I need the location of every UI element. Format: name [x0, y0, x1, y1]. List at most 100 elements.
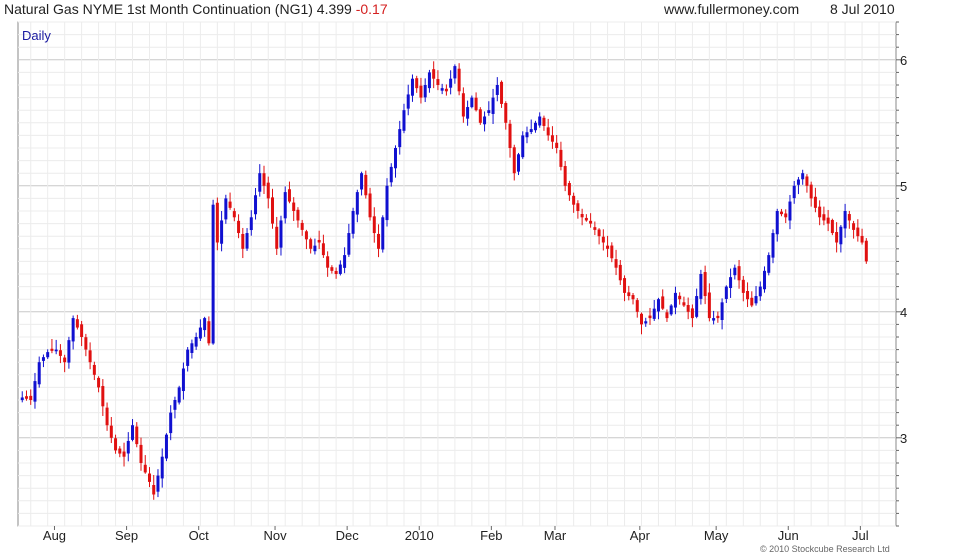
candle-up	[283, 192, 287, 219]
x-tick-label: Dec	[336, 528, 360, 543]
candle-up	[33, 381, 37, 402]
y-tick-label: 3	[900, 431, 907, 446]
x-tick-label: Apr	[630, 528, 651, 543]
candle-up	[449, 78, 453, 88]
candle-up	[220, 220, 224, 244]
candle-up	[46, 352, 50, 358]
candle-up	[517, 154, 521, 172]
candle-up	[347, 233, 351, 255]
candle-up	[533, 122, 537, 131]
candle-down	[572, 195, 576, 205]
candle-down	[550, 135, 554, 142]
candle-up	[338, 264, 342, 274]
candle-up	[699, 274, 703, 299]
x-tick-label: Feb	[480, 528, 502, 543]
candle-up	[381, 217, 385, 250]
candle-up	[198, 327, 202, 339]
candle-down	[864, 240, 868, 262]
candle-up	[796, 179, 800, 185]
candle-up	[801, 173, 805, 180]
candle-down	[152, 485, 156, 495]
candle-down	[593, 227, 597, 230]
candle-down	[686, 305, 690, 312]
candle-down	[606, 245, 610, 249]
candle-down	[737, 266, 741, 281]
candle-up	[360, 173, 364, 190]
candlestick-chart: Aug Sep Oct Nov Dec 2010 Feb Mar Apr May Jun Jul 3 4 5…	[17, 21, 907, 543]
candle-up	[41, 357, 45, 361]
candle-down	[419, 85, 423, 98]
candle-up	[181, 368, 185, 392]
candle-up	[393, 148, 397, 169]
candle-up	[767, 255, 771, 273]
y-tick-label: 4	[900, 305, 907, 320]
candle-down	[640, 313, 644, 325]
candle-down	[317, 239, 321, 243]
candle-down	[512, 147, 516, 174]
candle-up	[71, 318, 75, 342]
candle-up	[20, 397, 24, 401]
candle-down	[852, 223, 856, 230]
candle-down	[610, 245, 614, 259]
candle-up	[466, 107, 470, 119]
candle-down	[682, 302, 686, 306]
candle-down	[262, 173, 266, 186]
candle-up	[521, 135, 525, 158]
candle-up	[673, 292, 677, 308]
candle-down	[266, 182, 270, 199]
candle-down	[597, 229, 601, 237]
candle-up	[190, 343, 194, 353]
candle-down	[232, 211, 236, 218]
x-tick-label: Jul	[852, 528, 869, 543]
candle-up	[712, 318, 716, 321]
candle-up	[733, 267, 737, 276]
candle-down	[97, 377, 101, 388]
candle-up	[313, 245, 317, 252]
candle-up	[652, 308, 656, 319]
candle-down	[215, 202, 219, 243]
candle-down	[542, 117, 546, 126]
candle-down	[29, 395, 33, 400]
candle-up	[843, 211, 847, 229]
candle-down	[461, 93, 465, 117]
candle-up	[156, 475, 160, 492]
candle-down	[237, 220, 241, 234]
x-tick-label: Oct	[189, 528, 210, 543]
candle-up	[792, 185, 796, 199]
candle-down	[707, 292, 711, 319]
candle-down	[50, 348, 54, 351]
candle-down	[741, 279, 745, 293]
candle-down	[601, 236, 605, 243]
candle-down	[114, 438, 118, 451]
candle-down	[84, 337, 88, 350]
candle-down	[635, 300, 639, 312]
candle-down	[105, 407, 109, 426]
candle-up	[483, 116, 487, 125]
candle-down	[147, 473, 151, 482]
candle-up	[427, 72, 431, 89]
candle-down	[135, 426, 139, 445]
candle-up	[211, 204, 215, 344]
candle-down	[805, 176, 809, 186]
candle-up	[54, 349, 58, 352]
candle-up	[37, 362, 41, 385]
candle-down	[334, 270, 338, 274]
candle-down	[330, 267, 334, 271]
candle-up	[720, 302, 724, 320]
candle-down	[457, 68, 461, 92]
candle-down	[118, 448, 122, 454]
candle-down	[80, 324, 84, 337]
candle-up	[67, 340, 71, 363]
candle-down	[300, 222, 304, 230]
candle-up	[724, 286, 728, 299]
candle-down	[631, 295, 635, 300]
candle-up	[173, 400, 177, 410]
candle-down	[368, 193, 372, 218]
copyright-notice: © 2010 Stockcube Research Ltd	[760, 544, 890, 554]
candle-up	[754, 296, 758, 304]
candle-down	[309, 239, 313, 249]
candle-down	[860, 235, 864, 243]
candle-up	[389, 166, 393, 183]
period-label: Daily	[22, 28, 51, 43]
x-tick-label: Nov	[263, 528, 287, 543]
